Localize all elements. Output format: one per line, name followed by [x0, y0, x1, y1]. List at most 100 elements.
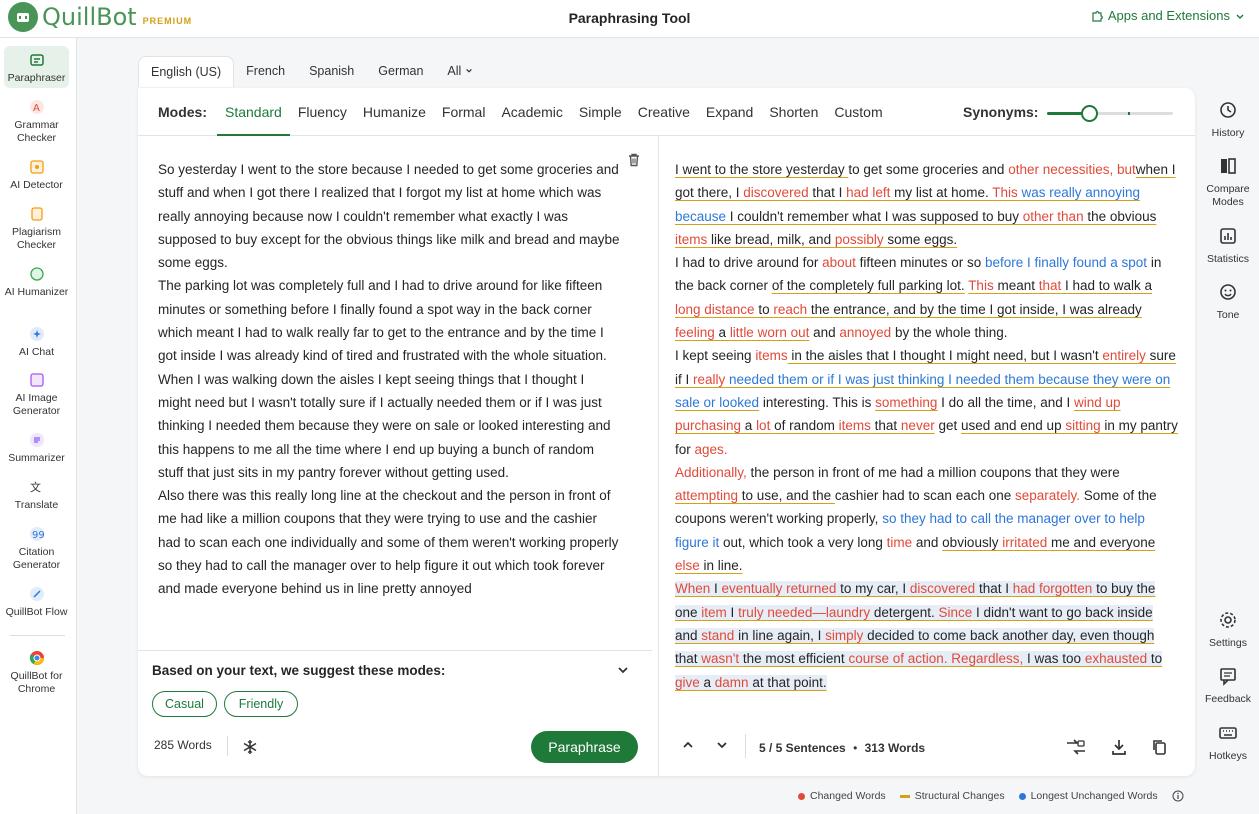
output-segment[interactable]: purchasing: [675, 418, 741, 433]
output-segment[interactable]: the most efficient: [739, 651, 849, 667]
output-segment[interactable]: my list at home.: [890, 185, 992, 200]
output-segment[interactable]: me and everyone: [1047, 535, 1155, 550]
output-segment[interactable]: I do all the time, and I: [937, 395, 1074, 410]
output-segment[interactable]: the obvious: [1084, 209, 1156, 224]
output-segment[interactable]: little worn out: [730, 325, 810, 340]
output-segment[interactable]: of random: [770, 418, 838, 433]
output-segment[interactable]: in line again, I: [734, 627, 826, 643]
nav-ai-detector[interactable]: AI Detector: [4, 158, 69, 192]
output-segment[interactable]: a: [715, 325, 730, 340]
output-segment[interactable]: some eggs.: [884, 232, 957, 247]
output-segment[interactable]: about: [822, 255, 856, 270]
output-segment[interactable]: I went to the store yesterday: [675, 162, 848, 177]
output-segment[interactable]: other than: [1023, 209, 1084, 224]
output-segment[interactable]: at that point.: [748, 674, 827, 690]
nav-summarizer[interactable]: Summarizer: [4, 431, 69, 465]
output-segment[interactable]: like bread, milk, and: [707, 232, 835, 247]
output-segment[interactable]: discovered: [909, 581, 976, 597]
output-segment[interactable]: that I: [975, 581, 1013, 597]
output-segment[interactable]: separately.: [1015, 488, 1080, 503]
output-segment[interactable]: in line.: [700, 558, 743, 573]
feedback-button[interactable]: Feedback: [1197, 666, 1259, 706]
lang-tab-french[interactable]: French: [234, 56, 297, 87]
output-segment[interactable]: to get some groceries and: [848, 162, 1008, 177]
output-segment[interactable]: meant: [994, 278, 1039, 293]
output-segment[interactable]: cashier had to scan each one: [835, 488, 1015, 503]
history-button[interactable]: History: [1197, 100, 1259, 140]
output-segment[interactable]: supposed to buy: [916, 209, 1023, 224]
output-segment[interactable]: items: [755, 348, 787, 363]
lang-tab-spanish[interactable]: Spanish: [297, 56, 366, 87]
output-segment[interactable]: sitting: [1065, 418, 1100, 433]
input-text-area[interactable]: So yesterday I went to the store because…: [158, 158, 620, 638]
output-segment[interactable]: fifteen minutes or so: [856, 255, 985, 270]
lang-tab-german[interactable]: German: [366, 56, 435, 87]
freeze-words-button[interactable]: [242, 739, 258, 760]
output-segment[interactable]: entirely: [1102, 348, 1146, 363]
mode-expand[interactable]: Expand: [698, 88, 761, 136]
output-segment[interactable]: obviously: [942, 535, 1002, 550]
output-segment[interactable]: by the whole thing.: [891, 325, 1008, 340]
copy-button[interactable]: [1151, 738, 1167, 761]
next-sentence-button[interactable]: [715, 738, 729, 757]
nav-plagiarism-checker[interactable]: Plagiarism Checker: [4, 205, 69, 252]
synonyms-slider-knob[interactable]: [1080, 105, 1098, 122]
output-segment[interactable]: else: [675, 558, 700, 573]
mode-shorten[interactable]: Shorten: [761, 88, 826, 136]
mode-standard[interactable]: Standard: [217, 88, 290, 136]
nav-translate[interactable]: 文 Translate: [4, 478, 69, 512]
output-segment[interactable]: reach: [773, 302, 807, 317]
output-segment[interactable]: items: [839, 418, 871, 433]
output-segment[interactable]: and: [809, 325, 839, 340]
tone-button[interactable]: Tone: [1197, 282, 1259, 322]
output-segment[interactable]: that: [871, 418, 901, 433]
output-segment[interactable]: wind up: [1074, 395, 1121, 410]
output-segment[interactable]: give: [675, 674, 700, 690]
output-segment[interactable]: something: [875, 395, 937, 410]
info-icon[interactable]: [1172, 790, 1184, 802]
output-segment[interactable]: This: [968, 278, 994, 293]
output-segment[interactable]: had left: [846, 185, 890, 200]
mode-humanize[interactable]: Humanize: [355, 88, 434, 136]
suggest-casual-chip[interactable]: Casual: [152, 691, 217, 717]
mode-academic[interactable]: Academic: [493, 88, 570, 136]
output-segment[interactable]: in my pantry: [1101, 418, 1178, 433]
mode-formal[interactable]: Formal: [434, 88, 494, 136]
nav-citation-generator[interactable]: 99 Citation Generator: [4, 525, 69, 572]
output-segment[interactable]: to: [1147, 651, 1163, 667]
lang-tab-english-us[interactable]: English (US): [138, 56, 235, 87]
output-segment[interactable]: ages.: [695, 442, 728, 457]
prev-sentence-button[interactable]: [681, 738, 695, 757]
output-segment[interactable]: discovered: [743, 185, 808, 200]
output-segment[interactable]: used and end up: [961, 418, 1065, 433]
output-segment[interactable]: long distance: [675, 302, 755, 317]
output-segment[interactable]: I was too: [1023, 651, 1085, 667]
output-segment[interactable]: that: [1039, 278, 1062, 293]
output-segment[interactable]: Additionally,: [675, 465, 747, 480]
suggest-friendly-chip[interactable]: Friendly: [224, 691, 298, 717]
output-segment[interactable]: Since: [938, 604, 973, 620]
delete-button[interactable]: [626, 152, 642, 173]
output-segment[interactable]: never: [901, 418, 935, 433]
compare-button[interactable]: [1065, 738, 1087, 761]
apps-extensions-link[interactable]: Apps and Extensions: [1091, 8, 1245, 23]
output-segment[interactable]: to: [755, 302, 774, 317]
output-segment[interactable]: This: [992, 185, 1018, 200]
output-segment[interactable]: item: [701, 604, 727, 620]
hotkeys-button[interactable]: Hotkeys: [1197, 723, 1259, 763]
mode-fluency[interactable]: Fluency: [290, 88, 355, 136]
output-segment[interactable]: to use, and the: [738, 488, 835, 503]
output-segment[interactable]: I couldn't remember what I was: [726, 209, 916, 224]
output-segment[interactable]: feeling: [675, 325, 715, 340]
output-segment[interactable]: truly needed—laundry: [738, 604, 871, 620]
synonyms-slider[interactable]: [1047, 105, 1173, 122]
output-segment[interactable]: before I finally found a spot: [985, 255, 1147, 270]
settings-button[interactable]: Settings: [1197, 610, 1259, 650]
output-segment[interactable]: damn: [714, 674, 749, 690]
nav-ai-image-generator[interactable]: AI Image Generator: [4, 371, 69, 418]
output-segment[interactable]: a: [741, 418, 756, 433]
output-segment[interactable]: the person in front of me had a million …: [747, 465, 1120, 480]
nav-quillbot-flow[interactable]: QuillBot Flow: [4, 585, 69, 619]
chevron-down-icon[interactable]: [616, 663, 630, 677]
output-segment[interactable]: possibly: [835, 232, 884, 247]
